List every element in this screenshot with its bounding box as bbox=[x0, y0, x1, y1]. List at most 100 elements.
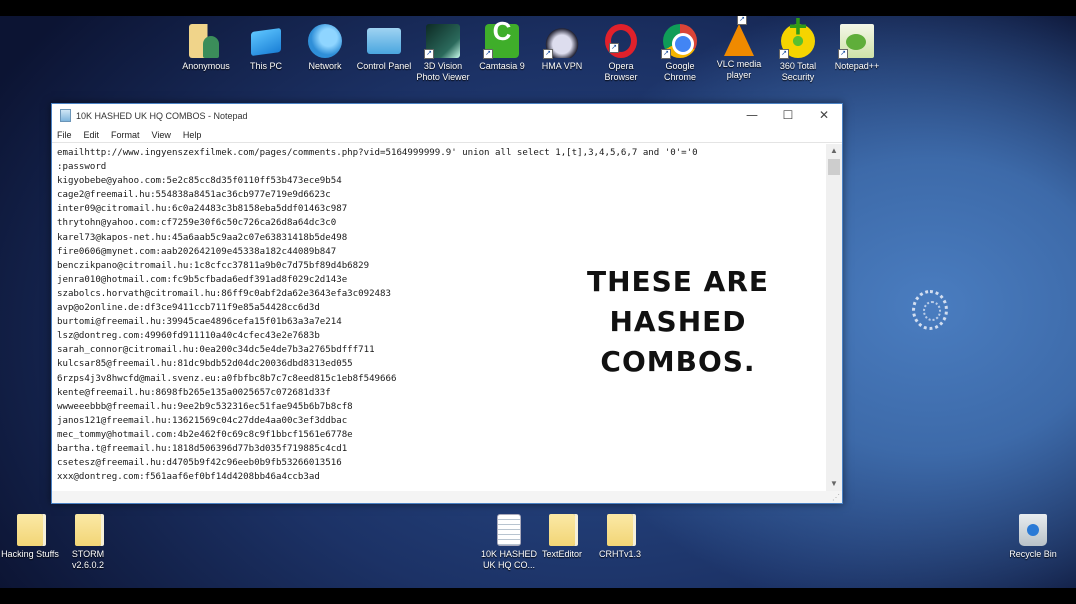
debian-swirl-wallpaper-logo bbox=[912, 290, 948, 330]
folder-icon bbox=[549, 514, 575, 546]
desktop-icon-notepad-plus-plus[interactable]: ↗ Notepad++ bbox=[827, 24, 887, 72]
desktop-icon-label: Recycle Bin bbox=[1009, 549, 1057, 559]
notepad-app-icon bbox=[60, 109, 71, 122]
video-caption-overlay: THESE ARE HASHED COMBOS. bbox=[572, 262, 784, 382]
scroll-up-arrow-icon[interactable]: ▲ bbox=[826, 144, 842, 158]
desktop-icon-label: This PC bbox=[249, 61, 282, 71]
camtasia-icon: ↗ bbox=[483, 24, 519, 59]
desktop-icon-label: HMA VPN bbox=[541, 61, 583, 71]
menu-view[interactable]: View bbox=[152, 130, 171, 140]
text-line: :password bbox=[57, 162, 107, 173]
text-line: thrytohn@yahoo.com:cf7259e30f6c50c726ca2… bbox=[57, 218, 337, 229]
shortcut-arrow-icon: ↗ bbox=[424, 49, 434, 59]
text-file-icon bbox=[497, 514, 521, 546]
desktop-icon-label: 3D Vision Photo Viewer bbox=[416, 61, 470, 82]
desktop-icon-folder[interactable]: CRHTv1.3 bbox=[590, 514, 650, 560]
shortcut-arrow-icon: ↗ bbox=[543, 49, 553, 59]
desktop-icon-label: STORM v2.6.0.2 bbox=[71, 549, 105, 570]
desktop-icon-folder[interactable]: Hacking Stuffs bbox=[0, 514, 60, 560]
vertical-scrollbar[interactable]: ▲ ▼ bbox=[826, 144, 842, 491]
desktop-icon-label: Anonymous bbox=[182, 61, 230, 71]
text-line: fire0606@mynet.com:aab202642109e45338a18… bbox=[57, 246, 337, 257]
computer-icon bbox=[251, 27, 281, 57]
desktop-icon-chrome[interactable]: ↗ Google Chrome bbox=[650, 24, 710, 83]
vlc-icon: ↗ bbox=[724, 16, 754, 56]
desktop-icon-opera[interactable]: ↗ Opera Browser bbox=[591, 24, 651, 83]
notepad-plus-plus-icon: ↗ bbox=[838, 24, 874, 59]
desktop-icon-label: Network bbox=[308, 61, 342, 71]
chrome-icon: ↗ bbox=[661, 24, 697, 59]
status-strip: ⋰ bbox=[52, 491, 842, 503]
caption-line: COMBOS. bbox=[600, 345, 756, 378]
desktop-icon-360-security[interactable]: ↗ 360 Total Security bbox=[768, 21, 828, 83]
menu-format[interactable]: Format bbox=[111, 130, 140, 140]
menu-edit[interactable]: Edit bbox=[84, 130, 100, 140]
desktop-icon-label: 10K HASHED UK HQ CO... bbox=[480, 549, 538, 570]
desktop-icon-camtasia[interactable]: ↗ Camtasia 9 bbox=[472, 24, 532, 72]
scroll-down-arrow-icon[interactable]: ▼ bbox=[826, 477, 842, 491]
desktop-icon-label: Control Panel bbox=[356, 61, 412, 71]
text-line: csetesz@freemail.hu:d4705b9f42c96eeb0b9f… bbox=[57, 458, 342, 469]
control-panel-icon bbox=[367, 28, 401, 54]
recycle-bin-icon bbox=[1019, 514, 1047, 546]
text-line: karel73@kapos-net.hu:45a6aab5c9aa2c07e63… bbox=[57, 232, 348, 243]
notepad-titlebar[interactable]: 10K HASHED UK HQ COMBOS - Notepad — ☐ ✕ bbox=[52, 104, 842, 127]
desktop-icon-user-folder[interactable]: Anonymous bbox=[176, 24, 236, 72]
folder-icon bbox=[75, 514, 101, 546]
caption-line: THESE ARE bbox=[586, 265, 770, 298]
text-line: kigyobebe@yahoo.com:5e2c85cc8d35f0110ff5… bbox=[57, 176, 342, 187]
desktop-icon-hma-vpn[interactable]: ↗ HMA VPN bbox=[532, 24, 592, 72]
menu-bar: File Edit Format View Help bbox=[52, 127, 842, 143]
shortcut-arrow-icon: ↗ bbox=[838, 49, 848, 59]
window-title: 10K HASHED UK HQ COMBOS - Notepad bbox=[76, 110, 248, 121]
scrollbar-thumb[interactable] bbox=[828, 159, 840, 175]
desktop-icon-recycle-bin[interactable]: Recycle Bin bbox=[1003, 514, 1063, 560]
caption-line: HASHED bbox=[609, 305, 747, 338]
folder-icon bbox=[607, 514, 633, 546]
video-letterbox-top bbox=[0, 0, 1076, 16]
desktop-icon-vlc[interactable]: ↗ VLC media player bbox=[709, 16, 769, 81]
desktop-icon-network[interactable]: Network bbox=[295, 24, 355, 72]
resize-grip-icon[interactable]: ⋰ bbox=[832, 493, 840, 502]
menu-help[interactable]: Help bbox=[183, 130, 202, 140]
text-line: janos121@freemail.hu:13621569c04c27dde4a… bbox=[57, 415, 348, 426]
hma-vpn-icon: ↗ bbox=[543, 24, 579, 59]
text-line: wwweeebbb@freemail.hu:9ee2b9c532316ec51f… bbox=[57, 401, 353, 412]
text-line: xxx@dontreg.com:f561aaf6ef0bf14d4208bb46… bbox=[57, 472, 320, 483]
text-line: mec_tommy@hotmail.com:4b2e462f0c69c8c9f1… bbox=[57, 429, 353, 440]
desktop-icon-folder[interactable]: STORM v2.6.0.2 bbox=[58, 514, 118, 571]
maximize-button[interactable]: ☐ bbox=[770, 104, 806, 127]
text-line: inter09@citromail.hu:6c0a24483c3b8158eba… bbox=[57, 204, 348, 215]
desktop-icon-folder[interactable]: TextEditor bbox=[532, 514, 592, 560]
menu-file[interactable]: File bbox=[57, 130, 72, 140]
desktop-icon-text-file[interactable]: 10K HASHED UK HQ CO... bbox=[479, 514, 539, 571]
text-line: kente@freemail.hu:8698fb265e135a0025657c… bbox=[57, 387, 331, 398]
opera-icon: ↗ bbox=[605, 24, 637, 58]
close-button[interactable]: ✕ bbox=[806, 104, 842, 127]
shortcut-arrow-icon: ↗ bbox=[779, 49, 789, 59]
desktop-icon-label: Hacking Stuffs bbox=[1, 549, 59, 559]
desktop-icon-3d-vision[interactable]: ↗ 3D Vision Photo Viewer bbox=[413, 24, 473, 83]
shortcut-arrow-icon: ↗ bbox=[737, 16, 747, 25]
folder-icon bbox=[17, 514, 43, 546]
text-line: emailhttp://www.ingyenszexfilmek.com/pag… bbox=[57, 148, 698, 158]
desktop-icon-label: CRHTv1.3 bbox=[598, 549, 641, 559]
desktop-icon-label: 360 Total Security bbox=[779, 61, 817, 82]
desktop-icon-label: Google Chrome bbox=[663, 61, 696, 82]
shortcut-arrow-icon: ↗ bbox=[609, 43, 619, 53]
desktop-icon-label: Camtasia 9 bbox=[479, 61, 525, 71]
shortcut-arrow-icon: ↗ bbox=[483, 49, 493, 59]
360-security-icon: ↗ bbox=[779, 21, 815, 59]
desktop-icon-label: Opera Browser bbox=[604, 61, 638, 82]
desktop-icon-label: TextEditor bbox=[541, 549, 583, 559]
text-line: bartha.t@freemail.hu:1818d506396d77b3d03… bbox=[57, 443, 348, 454]
desktop-icon-label: Notepad++ bbox=[834, 61, 880, 71]
window-controls: — ☐ ✕ bbox=[734, 104, 842, 127]
minimize-button[interactable]: — bbox=[734, 104, 770, 127]
3d-vision-icon: ↗ bbox=[424, 24, 460, 59]
desktop-icon-control-panel[interactable]: Control Panel bbox=[354, 24, 414, 72]
user-folder-icon bbox=[189, 24, 223, 58]
desktop-icon-computer[interactable]: This PC bbox=[236, 24, 296, 72]
shortcut-arrow-icon: ↗ bbox=[661, 49, 671, 59]
network-icon bbox=[308, 24, 342, 58]
